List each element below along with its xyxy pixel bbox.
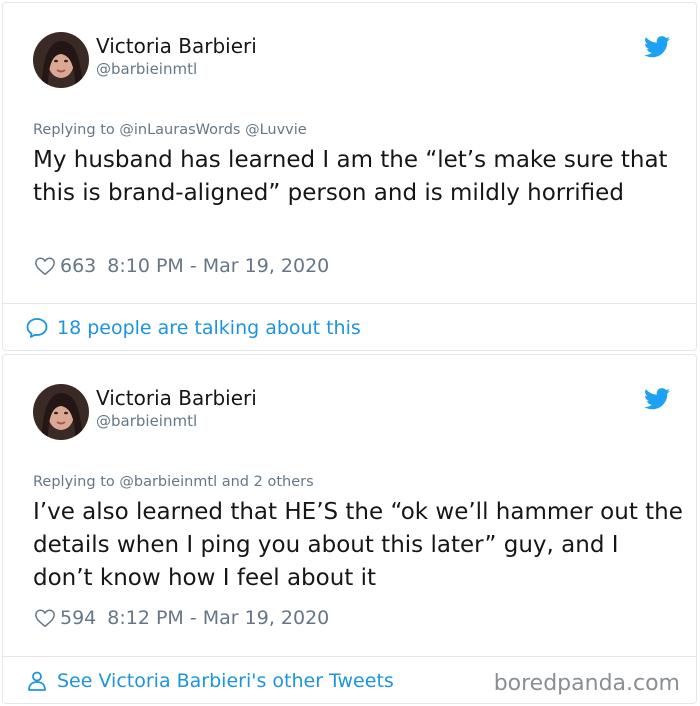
tweet-card: Victoria Barbieri @barbieinmtl Replying …: [2, 354, 697, 704]
person-icon: [28, 671, 46, 691]
tweet-meta: 594 8:12 PM - Mar 19, 2020: [34, 606, 329, 630]
tweet-meta: 663 8:10 PM - Mar 19, 2020: [34, 254, 329, 278]
avatar[interactable]: [33, 384, 89, 440]
watermark-text: boredpanda.com: [493, 671, 680, 696]
reply-prefix: Replying to: [33, 474, 115, 490]
author-handle[interactable]: @barbieinmtl: [96, 60, 197, 78]
tweet-card: Victoria Barbieri @barbieinmtl Replying …: [2, 2, 697, 351]
timestamp[interactable]: 8:10 PM - Mar 19, 2020: [107, 255, 329, 277]
other-tweets-link[interactable]: See Victoria Barbieri's other Tweets: [25, 668, 394, 694]
timestamp[interactable]: 8:12 PM - Mar 19, 2020: [107, 607, 329, 629]
avatar[interactable]: [33, 32, 89, 88]
reply-prefix: Replying to: [33, 122, 115, 138]
heart-icon[interactable]: [34, 607, 56, 629]
speech-bubble-icon: [26, 318, 48, 338]
twitter-bird-icon[interactable]: [644, 388, 670, 410]
like-count[interactable]: 594: [60, 607, 96, 629]
tweet-text: My husband has learned I am the “let’s m…: [33, 147, 668, 206]
tweet-text: I’ve also learned that HE’S the “ok we’l…: [33, 499, 683, 591]
conversation-link[interactable]: 18 people are talking about this: [25, 315, 361, 341]
reply-targets[interactable]: @inLaurasWords @Luvvie: [119, 122, 306, 138]
like-count[interactable]: 663: [60, 255, 96, 277]
author-handle[interactable]: @barbieinmtl: [96, 412, 197, 430]
other-tweets-label[interactable]: See Victoria Barbieri's other Tweets: [57, 670, 394, 692]
divider: [3, 656, 696, 657]
conversation-label[interactable]: 18 people are talking about this: [57, 317, 361, 339]
author-name[interactable]: Victoria Barbieri: [96, 386, 257, 410]
twitter-bird-icon[interactable]: [644, 36, 670, 58]
author-name[interactable]: Victoria Barbieri: [96, 34, 257, 58]
reply-context: Replying to @barbieinmtl and 2 others: [33, 474, 314, 490]
heart-icon[interactable]: [34, 255, 56, 277]
divider: [3, 303, 696, 304]
reply-targets[interactable]: @barbieinmtl and 2 others: [119, 474, 313, 490]
reply-context: Replying to @inLaurasWords @Luvvie: [33, 122, 307, 138]
